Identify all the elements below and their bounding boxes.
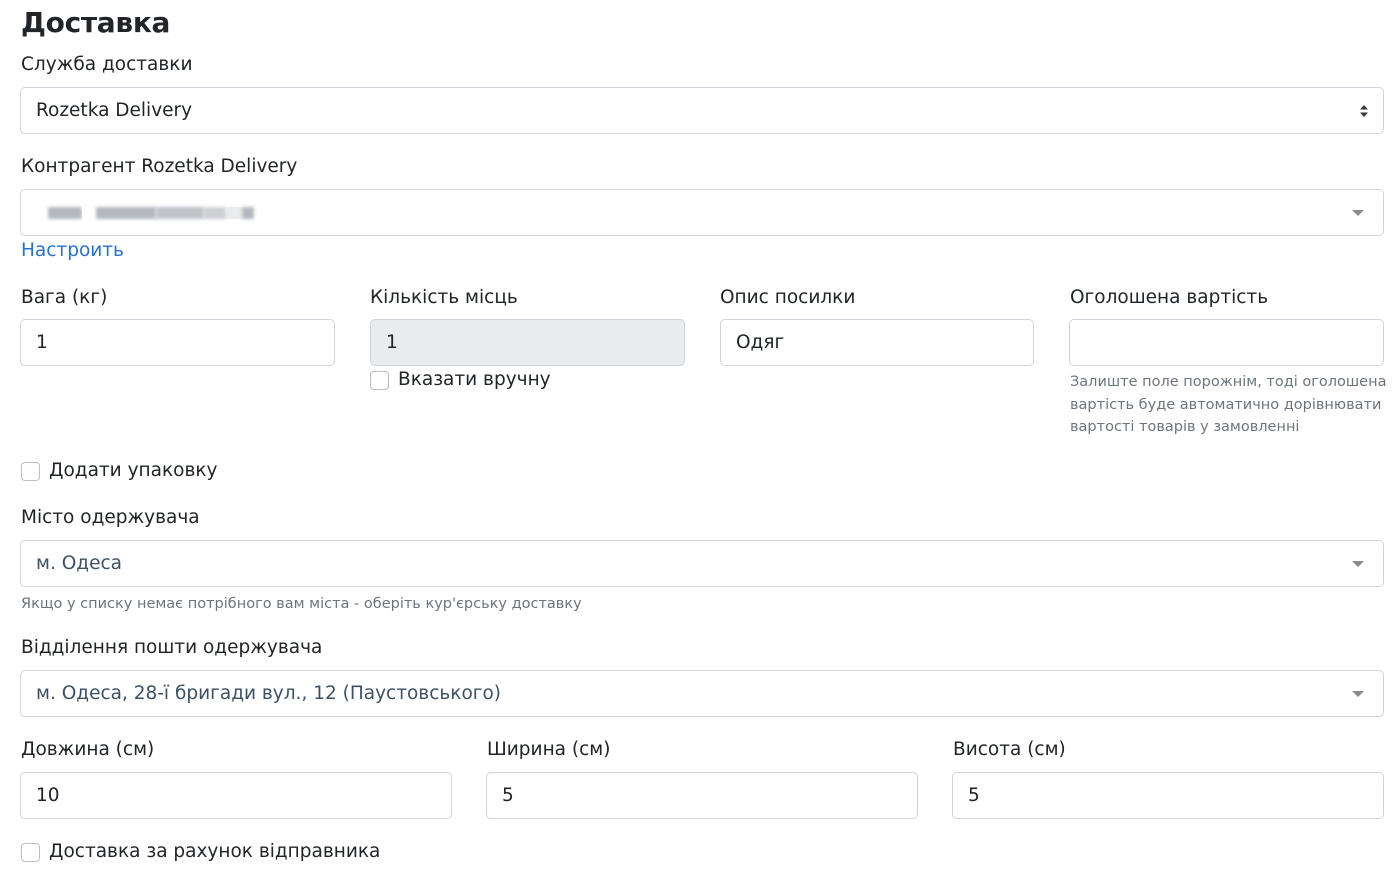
sort-arrows-icon (1360, 104, 1368, 117)
branch-label: Відділення пошти одержувача (21, 637, 323, 658)
description-input[interactable]: Одяг (720, 319, 1034, 366)
height-input[interactable]: 5 (952, 772, 1384, 819)
declared-value-input[interactable] (1069, 319, 1384, 366)
city-help: Якщо у списку немає потрібного вам міста… (21, 596, 582, 612)
places-label: Кількість місць (370, 287, 518, 308)
caret-down-icon (1352, 690, 1364, 697)
packaging-label[interactable]: Додати упаковку (49, 460, 217, 481)
delivery-service-value: Rozetka Delivery (36, 100, 193, 121)
counterparty-select[interactable] (20, 189, 1384, 236)
width-label: Ширина (см) (487, 739, 611, 760)
description-value: Одяг (736, 332, 785, 353)
places-input: 1 (370, 319, 685, 366)
configure-link[interactable]: Настроить (21, 240, 124, 261)
redacted-value (48, 206, 254, 219)
branch-value: м. Одеса, 28-ї бригади вул., 12 (Паустов… (36, 683, 502, 704)
sender-pays-label[interactable]: Доставка за рахунок відправника (49, 841, 380, 862)
weight-label: Вага (кг) (21, 287, 108, 308)
declared-value-help: Залиште поле порожнім, тоді оголошена ва… (1070, 374, 1387, 435)
height-label: Висота (см) (953, 739, 1066, 760)
manual-places-label[interactable]: Вказати вручну (398, 369, 551, 390)
city-label: Місто одержувача (21, 507, 200, 528)
height-value: 5 (968, 785, 980, 806)
counterparty-label: Контрагент Rozetka Delivery (21, 156, 298, 177)
caret-down-icon (1352, 560, 1364, 567)
city-value: м. Одеса (36, 553, 122, 574)
packaging-checkbox[interactable] (21, 462, 40, 481)
width-value: 5 (502, 785, 514, 806)
places-value: 1 (386, 332, 398, 353)
description-label: Опис посилки (720, 287, 856, 308)
delivery-service-select[interactable]: Rozetka Delivery (20, 87, 1384, 134)
caret-down-icon (1352, 209, 1364, 216)
section-title: Доставка (21, 6, 171, 39)
length-input[interactable]: 10 (20, 772, 452, 819)
sender-pays-checkbox[interactable] (21, 843, 40, 862)
city-select[interactable]: м. Одеса (20, 540, 1384, 587)
delivery-form: Доставка Служба доставки Rozetka Deliver… (0, 0, 1400, 876)
weight-value: 1 (36, 332, 48, 353)
branch-select[interactable]: м. Одеса, 28-ї бригади вул., 12 (Паустов… (20, 670, 1384, 717)
width-input[interactable]: 5 (486, 772, 918, 819)
weight-input[interactable]: 1 (20, 319, 335, 366)
declared-value-label: Оголошена вартість (1070, 287, 1269, 308)
length-value: 10 (36, 785, 60, 806)
length-label: Довжина (см) (21, 739, 155, 760)
service-label: Служба доставки (21, 54, 193, 75)
manual-places-checkbox[interactable] (370, 371, 389, 390)
